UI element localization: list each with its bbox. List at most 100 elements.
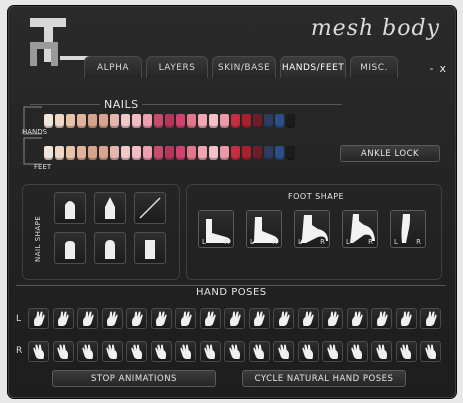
hand-nail-color-swatch[interactable]: [176, 114, 185, 128]
foot-right-label[interactable]: R: [416, 238, 421, 246]
hand-nail-color-swatch[interactable]: [286, 114, 295, 128]
hand-pose-right-15[interactable]: [371, 341, 392, 362]
hand-pose-left-6[interactable]: [150, 308, 172, 329]
hand-pose-left-1[interactable]: [28, 308, 49, 329]
long-square-nail-icon[interactable]: [134, 232, 166, 264]
foot-nail-color-swatch[interactable]: [209, 146, 218, 160]
foot-left-label[interactable]: L: [250, 238, 254, 246]
foot-nail-color-swatch[interactable]: [143, 146, 152, 160]
cycle-hand-poses-button[interactable]: CYCLE NATURAL HAND POSES: [242, 370, 406, 387]
minimize-icon[interactable]: -: [430, 62, 434, 75]
foot-nail-color-swatch[interactable]: [198, 146, 207, 160]
hand-nail-color-swatch[interactable]: [110, 114, 119, 128]
hand-nail-color-swatch[interactable]: [264, 114, 273, 128]
foot-nail-color-swatch[interactable]: [55, 146, 64, 160]
foot-nail-color-swatch[interactable]: [121, 146, 130, 160]
hand-pose-left-3[interactable]: [77, 308, 98, 329]
hand-nail-color-swatch[interactable]: [209, 114, 218, 128]
foot-nail-color-swatch[interactable]: [176, 146, 185, 160]
foot-left-label[interactable]: L: [394, 238, 398, 246]
hand-pose-right-13[interactable]: [322, 341, 343, 362]
foot-nail-color-swatch[interactable]: [253, 146, 262, 160]
oval-nail-icon[interactable]: [94, 232, 126, 264]
hand-nail-color-swatch[interactable]: [44, 114, 53, 128]
hand-pose-right-6[interactable]: [150, 341, 172, 362]
foot-nail-color-swatch[interactable]: [231, 146, 240, 160]
no-nail-icon[interactable]: [134, 192, 166, 224]
hand-pose-left-17[interactable]: [420, 308, 441, 329]
foot-nail-color-swatch[interactable]: [88, 146, 97, 160]
hand-nail-color-swatch[interactable]: [198, 114, 207, 128]
hand-pose-right-10[interactable]: [248, 341, 270, 362]
foot-nail-color-swatch[interactable]: [275, 146, 284, 160]
hand-nail-color-swatch[interactable]: [220, 114, 229, 128]
foot-left-label[interactable]: L: [298, 238, 302, 246]
hand-pose-right-9[interactable]: [224, 341, 245, 362]
foot-shape-flat[interactable]: LR: [198, 210, 234, 248]
hand-pose-left-11[interactable]: [273, 308, 294, 329]
foot-shape-mid-heel[interactable]: LR: [294, 210, 330, 248]
hand-nail-color-swatch[interactable]: [132, 114, 141, 128]
hand-pose-right-3[interactable]: [77, 341, 98, 362]
foot-nail-color-swatch[interactable]: [110, 146, 119, 160]
hand-pose-right-12[interactable]: [297, 341, 319, 362]
hand-pose-left-15[interactable]: [371, 308, 392, 329]
hand-pose-left-10[interactable]: [248, 308, 270, 329]
hand-pose-left-5[interactable]: [126, 308, 147, 329]
hand-nail-color-swatch[interactable]: [88, 114, 97, 128]
hand-pose-left-8[interactable]: [199, 308, 221, 329]
hand-pose-left-4[interactable]: [101, 308, 123, 329]
hand-nail-color-swatch[interactable]: [99, 114, 108, 128]
stop-animations-button[interactable]: STOP ANIMATIONS: [52, 370, 216, 387]
foot-shape-high-heel[interactable]: LR: [342, 210, 378, 248]
hand-pose-left-13[interactable]: [322, 308, 343, 329]
foot-shape-tiptoe[interactable]: LR: [390, 210, 426, 248]
hand-nail-color-swatch[interactable]: [77, 114, 86, 128]
foot-nail-color-swatch[interactable]: [220, 146, 229, 160]
ankle-lock-button[interactable]: ANKLE LOCK: [340, 145, 440, 162]
foot-nail-color-swatch[interactable]: [165, 146, 174, 160]
foot-nail-color-swatch[interactable]: [187, 146, 196, 160]
foot-nail-color-swatch[interactable]: [264, 146, 273, 160]
pointed-nail-icon[interactable]: [94, 192, 126, 224]
foot-right-label[interactable]: R: [320, 238, 325, 246]
foot-right-label[interactable]: R: [272, 238, 277, 246]
tab-alpha[interactable]: ALPHA: [84, 56, 142, 78]
hand-nail-color-swatch[interactable]: [143, 114, 152, 128]
hand-pose-right-14[interactable]: [346, 341, 368, 362]
hand-pose-right-8[interactable]: [199, 341, 221, 362]
tab-hands-feet[interactable]: HANDS/FEET: [280, 56, 346, 78]
tab-skin-base[interactable]: SKIN/BASE: [212, 56, 276, 78]
hand-nail-color-swatch[interactable]: [242, 114, 251, 128]
tab-layers[interactable]: LAYERS: [146, 56, 208, 78]
foot-right-label[interactable]: R: [224, 238, 229, 246]
hand-pose-right-16[interactable]: [395, 341, 417, 362]
hand-pose-right-4[interactable]: [101, 341, 123, 362]
hand-pose-right-5[interactable]: [126, 341, 147, 362]
close-icon[interactable]: x: [439, 62, 446, 75]
hand-pose-left-16[interactable]: [395, 308, 417, 329]
hand-pose-left-9[interactable]: [224, 308, 245, 329]
hand-nail-color-swatch[interactable]: [275, 114, 284, 128]
hand-pose-left-12[interactable]: [297, 308, 319, 329]
foot-left-label[interactable]: L: [346, 238, 350, 246]
hand-nail-color-swatch[interactable]: [55, 114, 64, 128]
hand-pose-right-17[interactable]: [420, 341, 441, 362]
hand-nail-color-swatch[interactable]: [154, 114, 163, 128]
foot-nail-color-swatch[interactable]: [66, 146, 75, 160]
foot-nail-color-swatch[interactable]: [154, 146, 163, 160]
foot-left-label[interactable]: L: [202, 238, 206, 246]
foot-nail-color-swatch[interactable]: [132, 146, 141, 160]
hand-pose-right-7[interactable]: [175, 341, 196, 362]
hand-nail-color-swatch[interactable]: [121, 114, 130, 128]
hand-pose-left-14[interactable]: [346, 308, 368, 329]
hand-nail-color-swatch[interactable]: [253, 114, 262, 128]
hand-nail-color-swatch[interactable]: [165, 114, 174, 128]
tab-misc[interactable]: MISC.: [350, 56, 398, 78]
foot-nail-color-swatch[interactable]: [44, 146, 53, 160]
hand-nail-color-swatch[interactable]: [231, 114, 240, 128]
hand-pose-right-2[interactable]: [52, 341, 74, 362]
hand-pose-right-1[interactable]: [28, 341, 49, 362]
hand-pose-left-7[interactable]: [175, 308, 196, 329]
square-nail-icon[interactable]: [54, 232, 86, 264]
